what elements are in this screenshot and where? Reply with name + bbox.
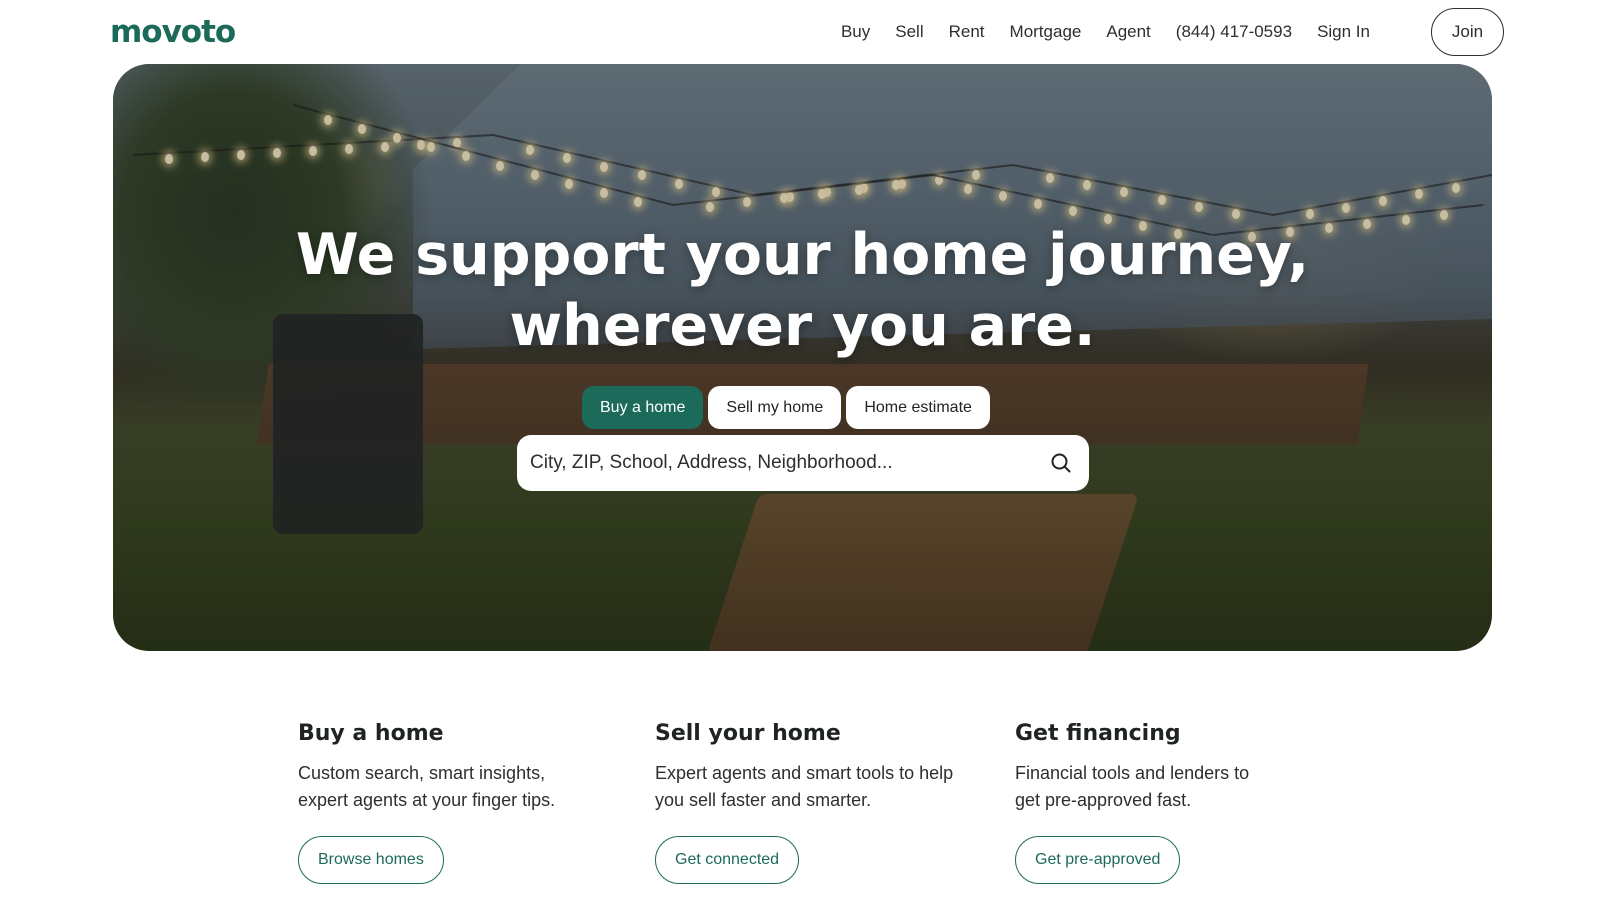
feature-sell-title: Sell your home (655, 721, 841, 746)
search-button[interactable] (1033, 435, 1089, 491)
search-bar (517, 435, 1089, 491)
get-connected-button[interactable]: Get connected (655, 836, 800, 884)
hero-title-line1: We support your home journey, (295, 222, 1310, 288)
nav-agent[interactable]: Agent (1106, 22, 1150, 42)
nav-buy[interactable]: Buy (841, 22, 870, 42)
movoto-logo[interactable]: movoto (110, 14, 236, 50)
feature-buy-desc: Custom search, smart insights, expert ag… (298, 760, 555, 814)
search-icon (1051, 453, 1071, 473)
feature-sell-desc-line2: you sell faster and smarter. (655, 790, 872, 810)
tab-buy-a-home[interactable]: Buy a home (582, 386, 704, 429)
get-pre-approved-button[interactable]: Get pre-approved (1015, 836, 1181, 884)
main-nav: Buy Sell Rent Mortgage Agent (844) 417-0… (816, 8, 1370, 56)
feature-buy: Buy a home Custom search, smart insights… (298, 720, 555, 884)
feature-financing-title: Get financing (1015, 721, 1181, 746)
join-button[interactable]: Join (1431, 8, 1504, 56)
search-input[interactable] (517, 435, 1033, 491)
sign-in-link[interactable]: Sign In (1317, 22, 1370, 42)
tab-home-estimate[interactable]: Home estimate (846, 386, 990, 429)
feature-financing-desc: Financial tools and lenders to get pre-a… (1015, 760, 1249, 814)
tab-sell-my-home[interactable]: Sell my home (708, 386, 842, 429)
hero-title-line2: wherever you are. (509, 293, 1096, 359)
nav-sell[interactable]: Sell (895, 22, 923, 42)
feature-financing: Get financing Financial tools and lender… (1015, 720, 1249, 884)
feature-financing-desc-line1: Financial tools and lenders to (1015, 763, 1250, 783)
feature-buy-title: Buy a home (298, 721, 444, 746)
search-mode-tabs: Buy a home Sell my home Home estimate (582, 386, 990, 429)
browse-homes-button[interactable]: Browse homes (298, 836, 444, 884)
hero-banner: We support your home journey, wherever y… (113, 64, 1492, 651)
feature-financing-desc-line2: get pre-approved fast. (1015, 790, 1192, 810)
site-header: movoto Buy Sell Rent Mortgage Agent (844… (0, 0, 1600, 64)
hero-title: We support your home journey, wherever y… (113, 220, 1492, 362)
feature-sell-desc-line1: Expert agents and smart tools to help (655, 763, 954, 783)
nav-rent[interactable]: Rent (949, 22, 985, 42)
feature-sell: Sell your home Expert agents and smart t… (655, 720, 953, 884)
phone-link[interactable]: (844) 417-0593 (1176, 22, 1292, 42)
feature-sell-desc: Expert agents and smart tools to help yo… (655, 760, 953, 814)
feature-buy-desc-line1: Custom search, smart insights, (298, 763, 546, 783)
nav-mortgage[interactable]: Mortgage (1010, 22, 1082, 42)
feature-buy-desc-line2: expert agents at your finger tips. (298, 790, 556, 810)
